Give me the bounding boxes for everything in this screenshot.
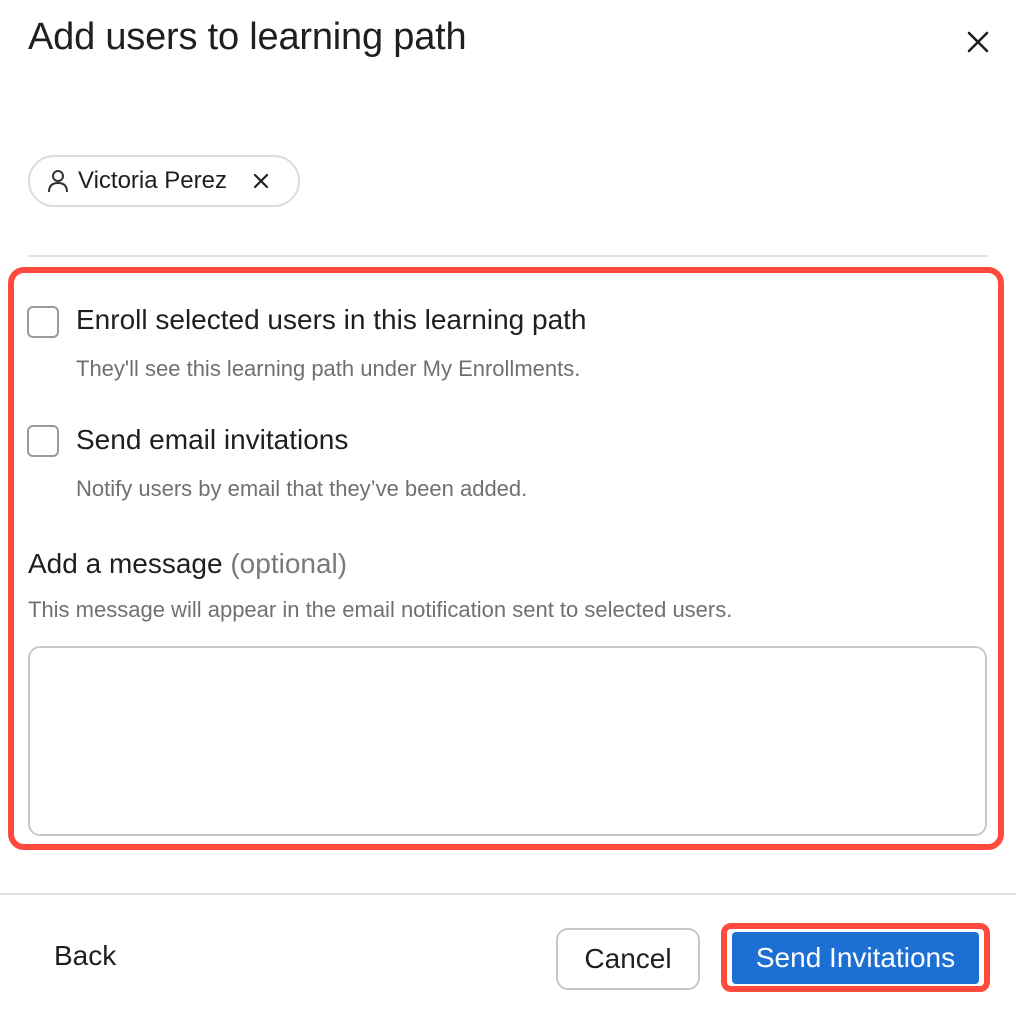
remove-user-button[interactable]: [249, 169, 273, 193]
close-icon: [253, 173, 269, 189]
person-icon: [46, 169, 70, 193]
send-email-checkbox[interactable]: [27, 425, 59, 457]
send-invitations-button[interactable]: Send Invitations: [732, 932, 979, 984]
chip-user-name: Victoria Perez: [78, 167, 227, 194]
close-dialog-button[interactable]: [962, 26, 994, 58]
enroll-label: Enroll selected users in this learning p…: [76, 304, 587, 335]
back-button[interactable]: Back: [54, 940, 116, 972]
message-label-text: Add a message: [28, 548, 223, 579]
message-optional-text: (optional): [230, 548, 348, 579]
footer-divider: [0, 893, 1016, 895]
message-textarea[interactable]: [28, 646, 987, 836]
user-chip: Victoria Perez: [28, 155, 300, 207]
enroll-help-text: They'll see this learning path under My …: [76, 356, 581, 381]
enroll-checkbox[interactable]: [27, 306, 59, 338]
dialog-title: Add users to learning path: [28, 16, 467, 58]
message-label: Add a message (optional): [28, 548, 347, 580]
close-icon: [967, 31, 989, 53]
divider: [28, 255, 988, 257]
send-email-label: Send email invitations: [76, 424, 349, 455]
send-email-help-text: Notify users by email that they’ve been …: [76, 476, 528, 501]
message-help-text: This message will appear in the email no…: [28, 597, 733, 622]
cancel-button[interactable]: Cancel: [556, 928, 700, 990]
